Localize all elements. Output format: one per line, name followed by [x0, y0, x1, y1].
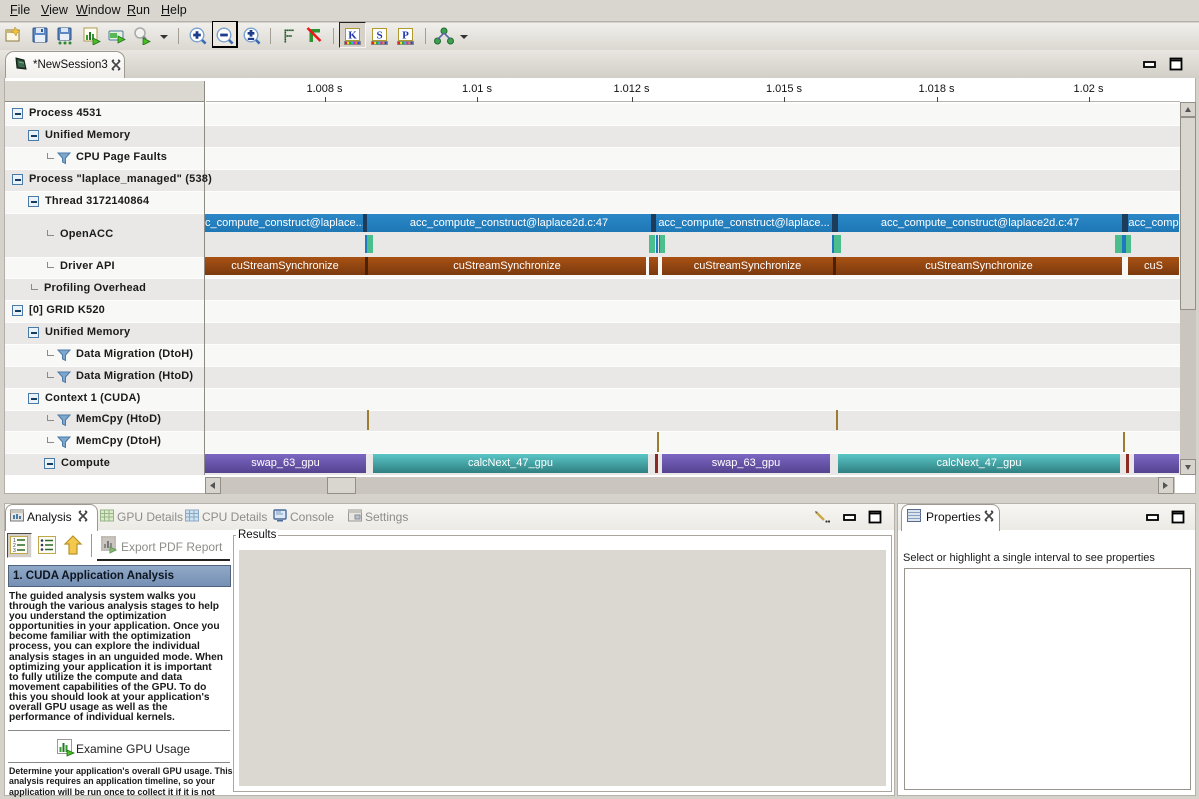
svg-text:S: S [376, 30, 382, 42]
svg-text:3: 3 [13, 548, 16, 554]
svg-text:K: K [348, 30, 357, 42]
svg-text:P: P [402, 30, 409, 42]
